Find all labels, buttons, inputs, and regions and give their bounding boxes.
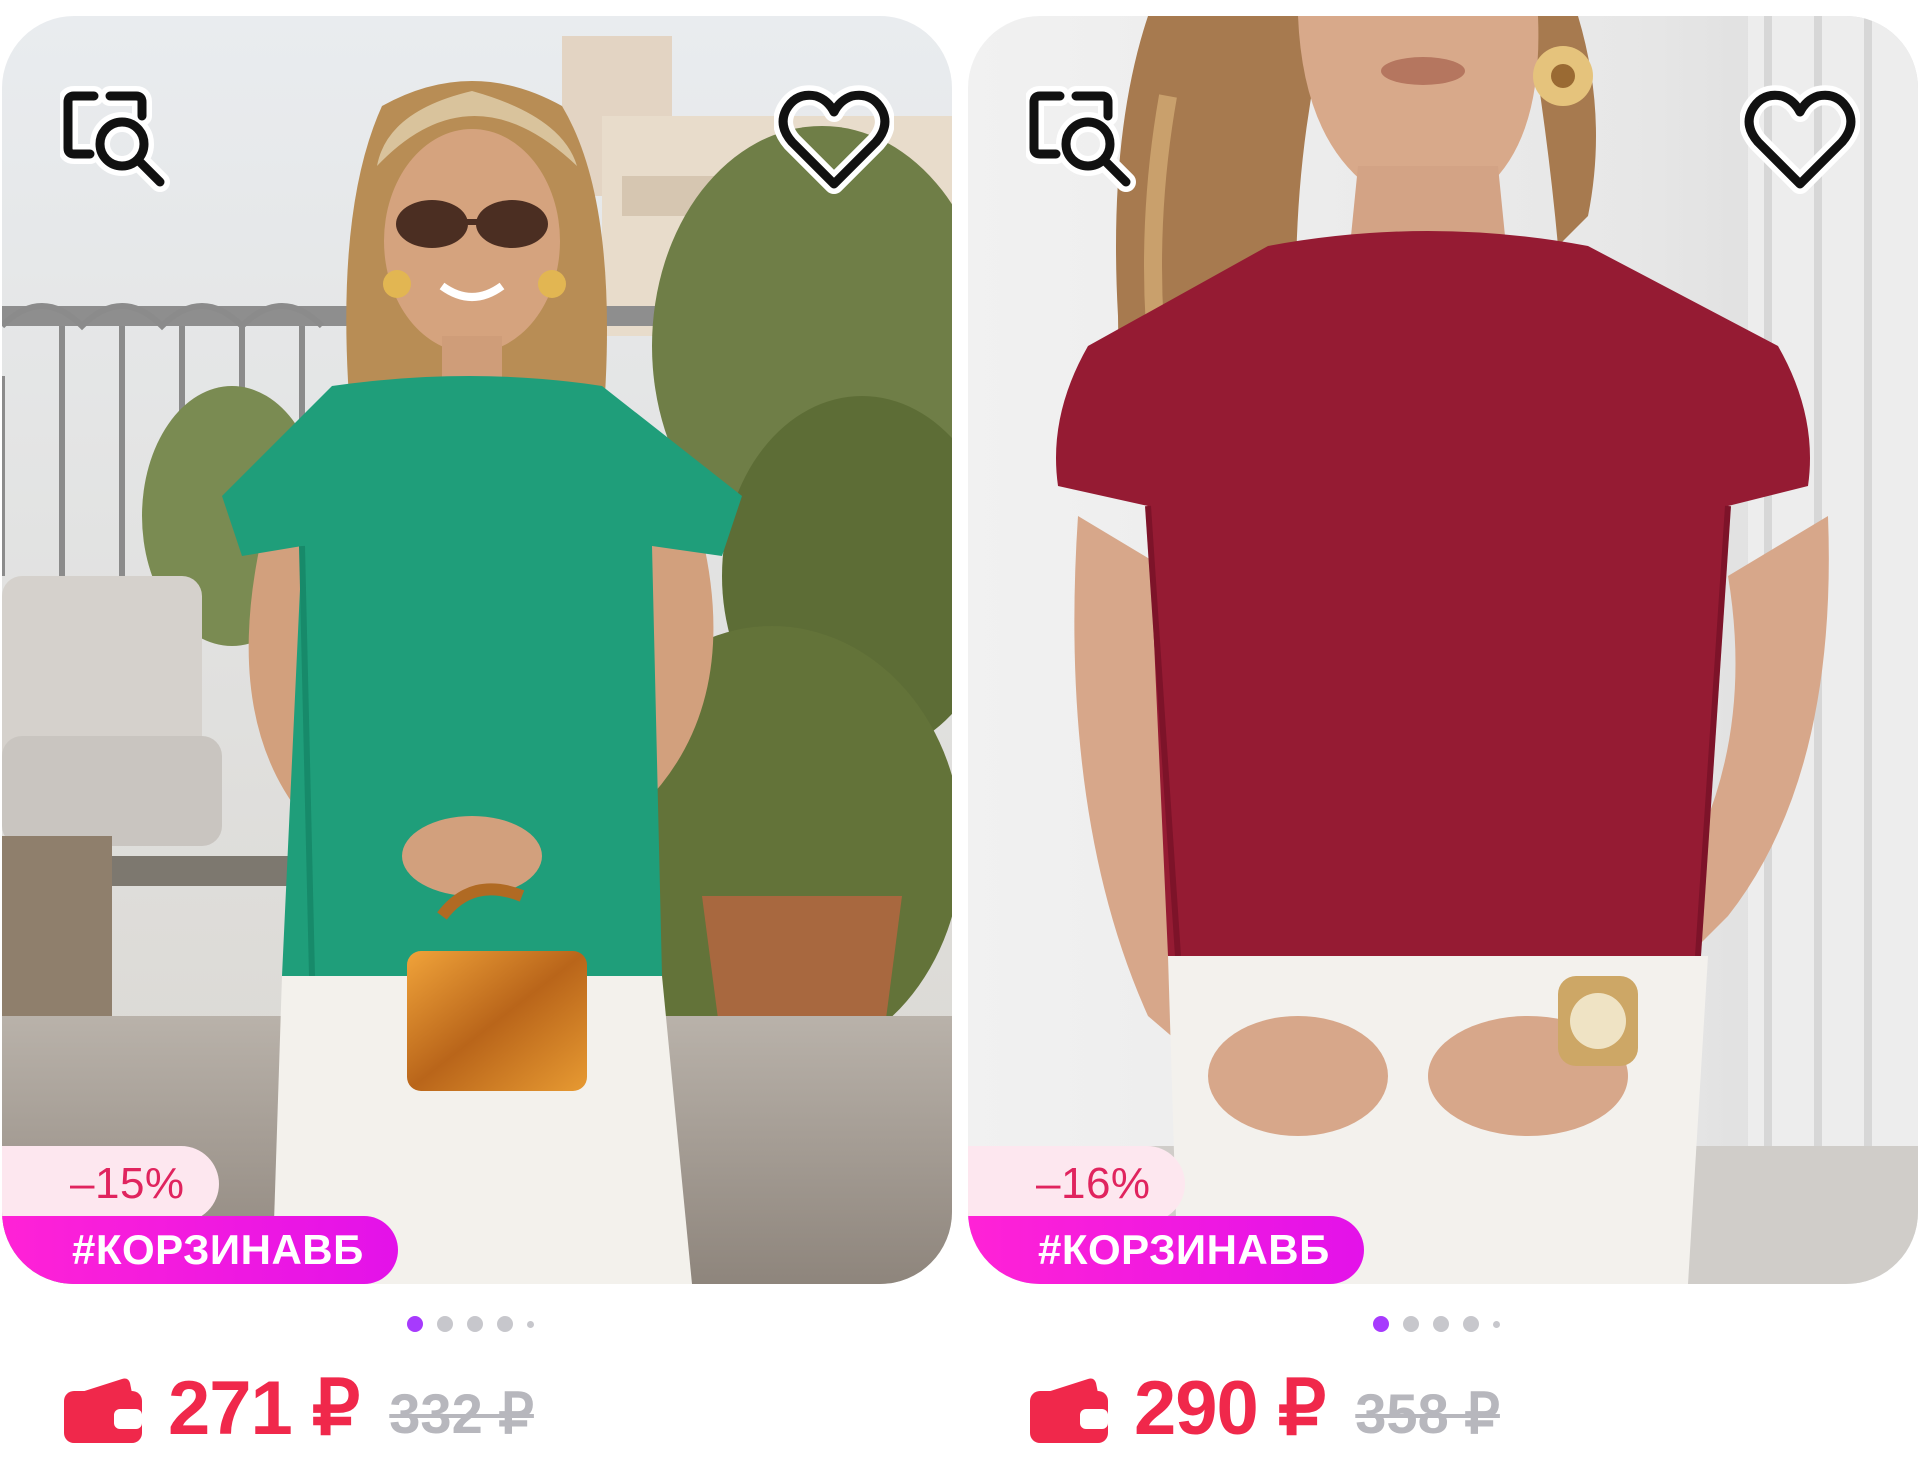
gallery-dot[interactable] bbox=[467, 1316, 483, 1332]
wallet-icon bbox=[1030, 1378, 1108, 1443]
price-row: 290 ₽ 358 ₽ bbox=[1030, 1364, 1500, 1454]
gallery-dot-active[interactable] bbox=[1373, 1316, 1389, 1332]
wallet-icon bbox=[64, 1378, 142, 1443]
product-image-burgundy-blouse bbox=[968, 16, 1918, 1284]
add-to-favorites-button[interactable] bbox=[1739, 82, 1861, 202]
product-photo[interactable]: –16% #КОРЗИНАВБ bbox=[968, 16, 1918, 1284]
old-price: 358 ₽ bbox=[1355, 1382, 1500, 1445]
old-price: 332 ₽ bbox=[389, 1382, 534, 1445]
similar-search-icon bbox=[1024, 86, 1136, 192]
product-image-green-blouse bbox=[2, 16, 952, 1284]
find-similar-button[interactable] bbox=[58, 82, 180, 202]
gallery-dot[interactable] bbox=[1433, 1316, 1449, 1332]
similar-search-icon bbox=[58, 86, 170, 192]
gallery-dot-active[interactable] bbox=[407, 1316, 423, 1332]
product-card[interactable]: –15% #КОРЗИНАВБ 271 ₽ 332 ₽ bbox=[2, 16, 952, 1456]
product-grid: –15% #КОРЗИНАВБ 271 ₽ 332 ₽ –16% #КОРЗИН… bbox=[0, 0, 1920, 1473]
gallery-dot[interactable] bbox=[497, 1316, 513, 1332]
find-similar-button[interactable] bbox=[1024, 82, 1146, 202]
gallery-dot-more bbox=[1493, 1320, 1500, 1328]
gallery-dot[interactable] bbox=[437, 1316, 453, 1332]
gallery-dot[interactable] bbox=[1403, 1316, 1419, 1332]
product-photo[interactable]: –15% #КОРЗИНАВБ bbox=[2, 16, 952, 1284]
gallery-dot[interactable] bbox=[1463, 1316, 1479, 1332]
gallery-pagination bbox=[407, 1314, 534, 1334]
price-row: 271 ₽ 332 ₽ bbox=[64, 1364, 534, 1454]
discount-badge: –16% bbox=[968, 1146, 1185, 1222]
product-card[interactable]: –16% #КОРЗИНАВБ 290 ₽ 358 ₽ bbox=[968, 16, 1918, 1456]
discount-badge: –15% bbox=[2, 1146, 219, 1222]
promo-tag[interactable]: #КОРЗИНАВБ bbox=[2, 1216, 398, 1284]
heart-icon bbox=[773, 85, 895, 194]
current-price: 271 ₽ bbox=[168, 1366, 360, 1451]
heart-icon bbox=[1739, 85, 1861, 194]
gallery-pagination bbox=[1373, 1314, 1500, 1334]
current-price: 290 ₽ bbox=[1134, 1366, 1326, 1451]
gallery-dot-more bbox=[527, 1320, 534, 1328]
add-to-favorites-button[interactable] bbox=[773, 82, 895, 202]
promo-tag[interactable]: #КОРЗИНАВБ bbox=[968, 1216, 1364, 1284]
